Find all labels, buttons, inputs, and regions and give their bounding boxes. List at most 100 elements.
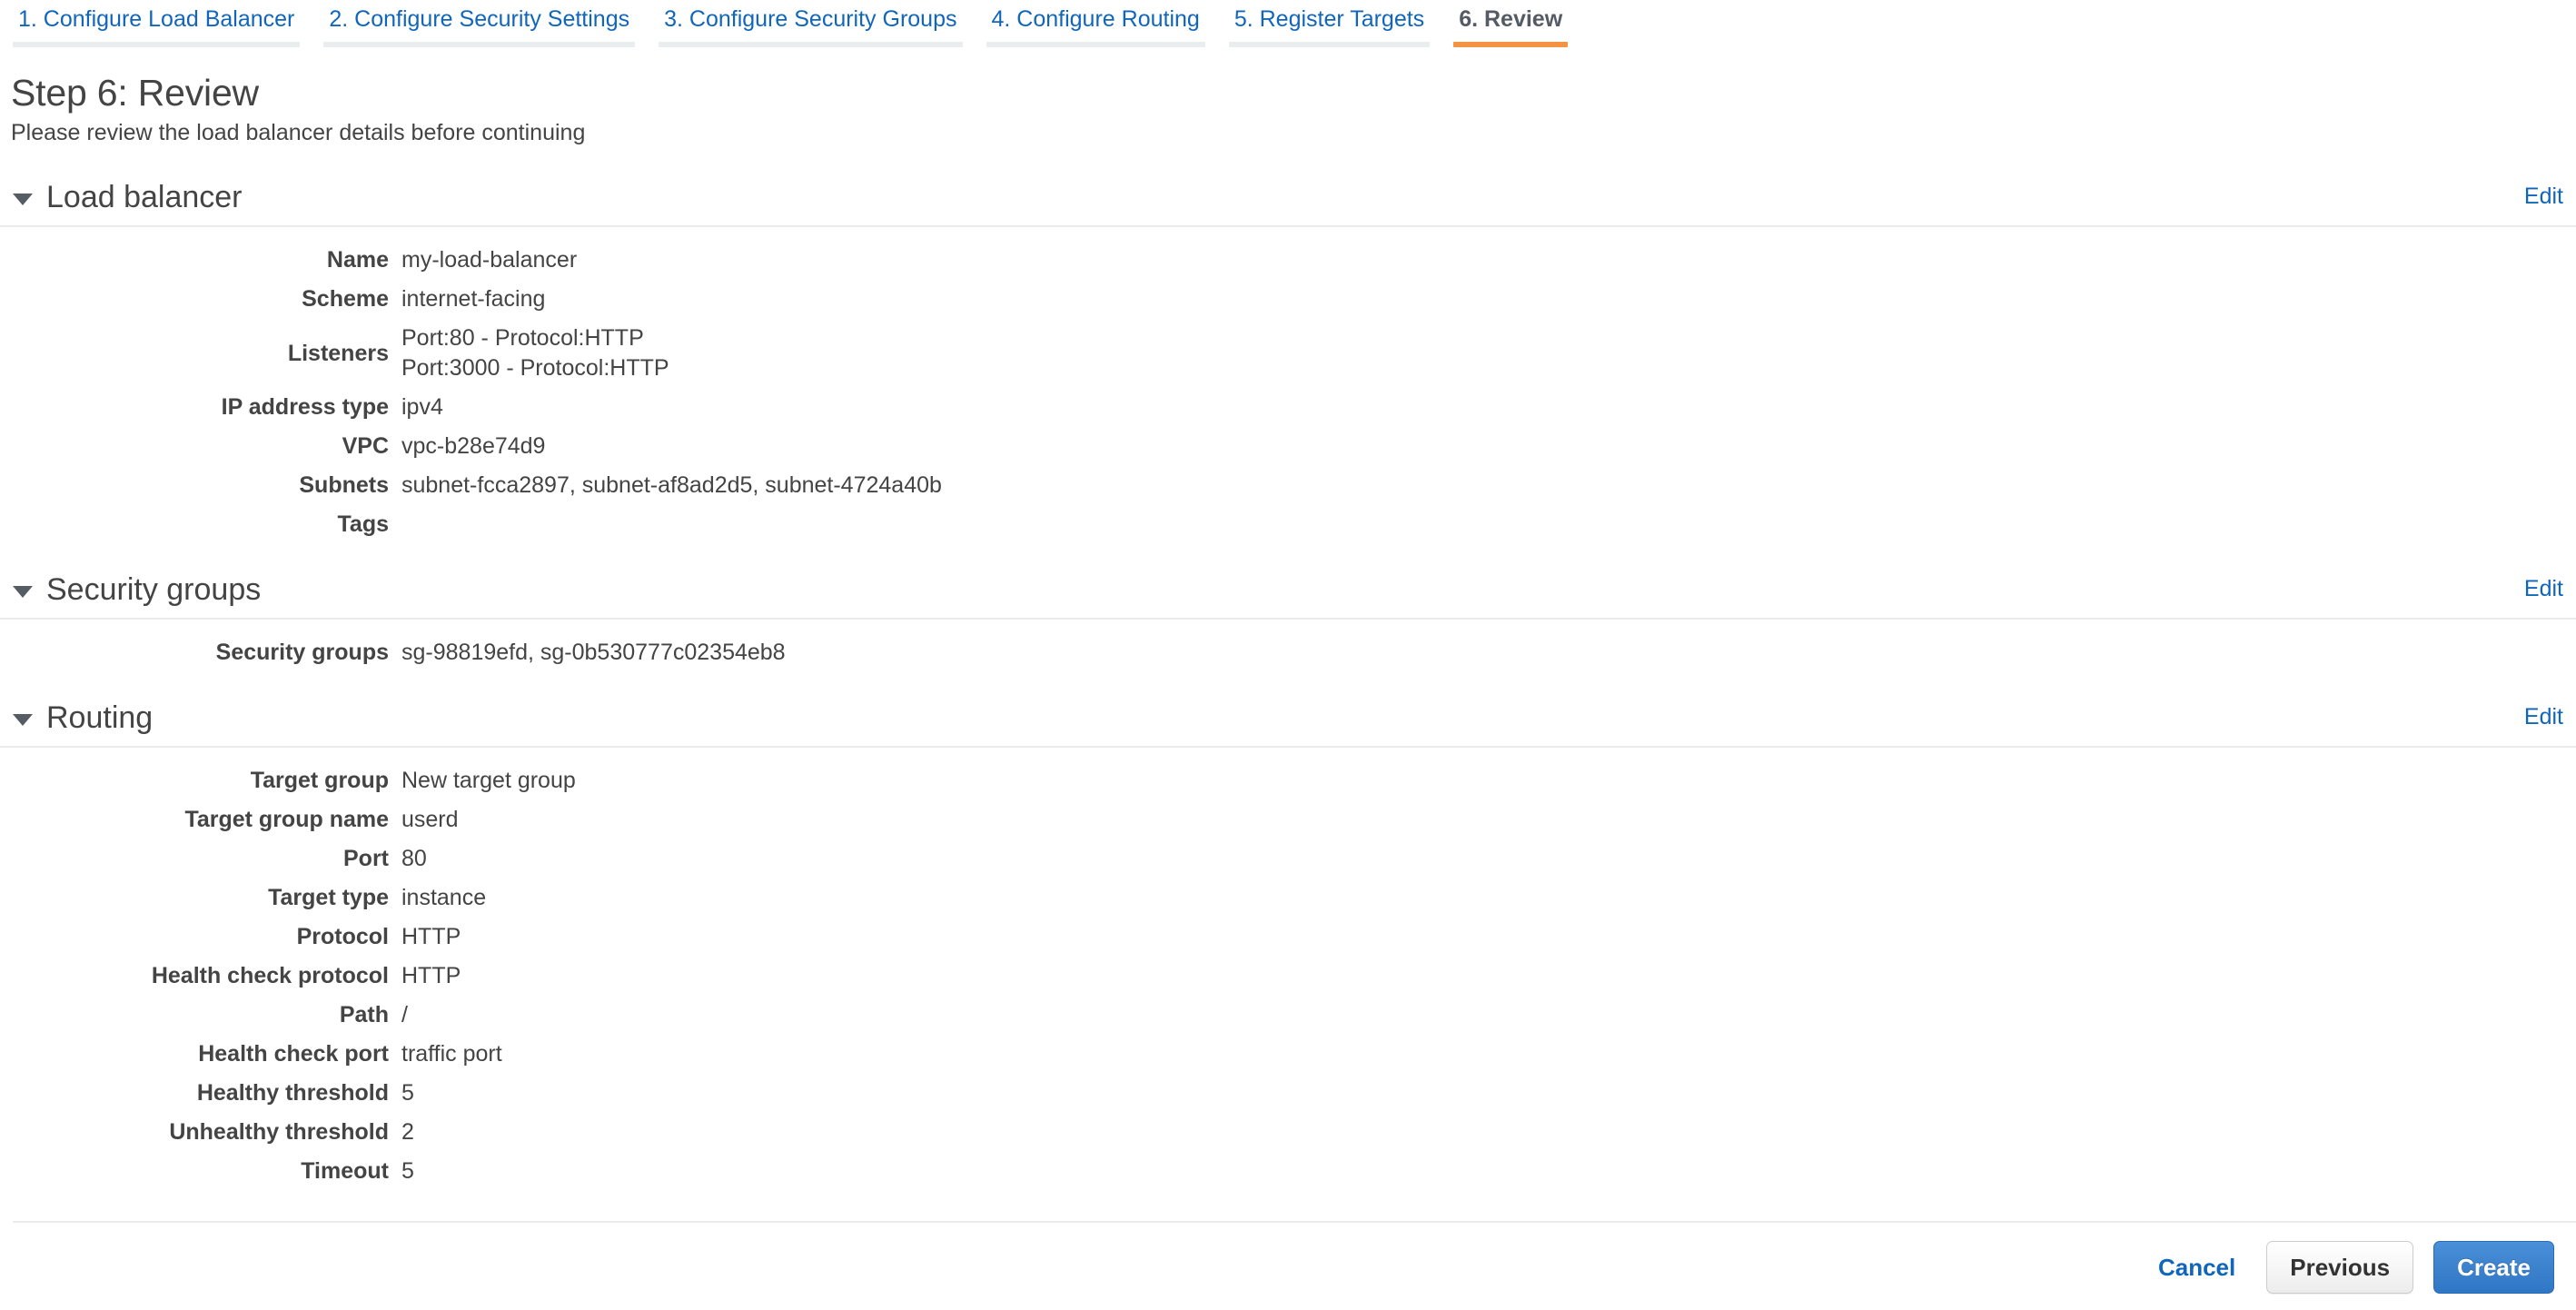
wizard-tab-label: 6. Review	[1459, 6, 1563, 32]
detail-list: Target group New target group Target group…	[0, 766, 2576, 1186]
edit-link[interactable]: Edit	[2524, 574, 2563, 603]
edit-link[interactable]: Edit	[2524, 702, 2563, 731]
section-title: Security groups	[46, 572, 262, 607]
detail-row: Target type instance	[0, 883, 2576, 913]
detail-row: Health check port traffic port	[0, 1039, 2576, 1069]
detail-label: Health check port	[198, 1041, 389, 1067]
detail-value: internet-facing	[401, 286, 546, 312]
wizard-tab-underline	[1228, 42, 1431, 47]
wizard-tab-underline	[659, 42, 963, 47]
detail-value: instance	[401, 885, 487, 910]
page-subtitle: Please review the load balancer details …	[11, 120, 586, 145]
detail-label: Listeners	[287, 340, 389, 366]
detail-row: Subnets subnet-fcca2897, subnet-af8ad2d5,…	[0, 471, 2576, 501]
detail-label: VPC	[342, 433, 389, 459]
section-header-left: Security groups	[13, 571, 261, 609]
wizard-tab-label: 2. Configure Security Settings	[329, 6, 630, 32]
detail-label: Target group name	[184, 807, 389, 832]
detail-row: Listeners Port:80 - Protocol:HTTP Port:30…	[0, 323, 2576, 383]
create-button[interactable]: Create	[2433, 1241, 2554, 1294]
detail-label: Healthy threshold	[196, 1080, 389, 1106]
detail-row: Port 80	[0, 844, 2576, 874]
detail-label: Health check protocol	[151, 963, 389, 988]
wizard-tab-2[interactable]: 2. Configure Security Settings	[323, 0, 636, 47]
wizard-tab-5[interactable]: 5. Register Targets	[1228, 0, 1431, 47]
wizard-tab-label: 1. Configure Load Balancer	[18, 6, 295, 32]
detail-label: IP address type	[221, 394, 389, 420]
section-header[interactable]: Security groups Edit	[0, 571, 2576, 620]
chevron-down-icon[interactable]	[13, 585, 33, 598]
wizard-tab-1[interactable]: 1. Configure Load Balancer	[13, 0, 301, 47]
section-title: Routing	[46, 700, 154, 735]
wizard-tab-underline	[1453, 42, 1569, 47]
detail-row: IP address type ipv4	[0, 392, 2576, 422]
detail-value: 2	[401, 1119, 414, 1145]
section-header-left: Routing	[13, 699, 153, 737]
detail-row: Security groups sg-98819efd, sg-0b530777c…	[0, 638, 2576, 668]
detail-row: Scheme internet-facing	[0, 284, 2576, 314]
detail-label: Tags	[337, 511, 390, 537]
detail-row: Target group name userd	[0, 805, 2576, 835]
detail-label: Target type	[268, 885, 389, 910]
wizard-tab-6[interactable]: 6. Review	[1453, 0, 1569, 47]
detail-row: Protocol HTTP	[0, 922, 2576, 952]
wizard-tab-label: 3. Configure Security Groups	[664, 6, 957, 32]
detail-value: HTTP	[401, 924, 461, 949]
review-section: Routing Edit Target group New target group T…	[0, 699, 2576, 1186]
edit-link[interactable]: Edit	[2524, 182, 2563, 211]
detail-row: Path /	[0, 1000, 2576, 1030]
detail-row: Target group New target group	[0, 766, 2576, 796]
detail-label: Scheme	[302, 286, 389, 312]
detail-list: Name my-load-balancer Scheme internet-facin…	[0, 245, 2576, 540]
detail-label: Unhealthy threshold	[169, 1119, 389, 1145]
wizard-tab-underline	[13, 42, 301, 47]
detail-label: Protocol	[296, 924, 389, 949]
page-title: Step 6: Review	[11, 72, 259, 114]
footer-actions: Cancel Previous Create	[2158, 1241, 2554, 1294]
chevron-down-icon[interactable]	[13, 713, 33, 726]
review-sections: Load balancer Edit Name my-load-balancer Sch…	[0, 178, 2576, 1186]
detail-value: traffic port	[401, 1041, 502, 1067]
page-header: Step 6: Review Please review the load ba…	[0, 56, 2576, 147]
detail-row: Timeout 5	[0, 1156, 2576, 1186]
detail-value: userd	[401, 807, 459, 832]
detail-label: Timeout	[301, 1158, 389, 1184]
detail-row: Name my-load-balancer	[0, 245, 2576, 275]
detail-value: HTTP	[401, 963, 461, 988]
detail-value: sg-98819efd, sg-0b530777c02354eb8	[401, 640, 786, 665]
wizard-step-tabs: 1. Configure Load Balancer 2. Configure S…	[0, 0, 2576, 56]
detail-row: Healthy threshold 5	[0, 1078, 2576, 1108]
wizard-tab-3[interactable]: 3. Configure Security Groups	[659, 0, 963, 47]
detail-label: Path	[339, 1002, 389, 1027]
detail-row: VPC vpc-b28e74d9	[0, 432, 2576, 461]
cancel-button[interactable]: Cancel	[2158, 1254, 2235, 1281]
wizard-tab-underline	[323, 42, 636, 47]
detail-row: Unhealthy threshold 2	[0, 1117, 2576, 1147]
detail-label: Port	[343, 846, 389, 871]
detail-value: New target group	[401, 768, 576, 793]
detail-value: 5	[401, 1158, 414, 1184]
review-section: Load balancer Edit Name my-load-balancer Sch…	[0, 178, 2576, 540]
detail-label: Subnets	[299, 472, 389, 498]
detail-label: Security groups	[215, 640, 389, 665]
detail-row: Tags	[0, 510, 2576, 540]
detail-value: subnet-fcca2897, subnet-af8ad2d5, subnet…	[401, 472, 942, 498]
section-header-left: Load balancer	[13, 178, 243, 216]
section-title: Load balancer	[46, 180, 243, 214]
detail-value: /	[401, 1002, 408, 1027]
wizard-tab-underline	[986, 42, 1205, 47]
detail-value: 80	[401, 846, 427, 871]
section-header[interactable]: Load balancer Edit	[0, 178, 2576, 227]
chevron-down-icon[interactable]	[13, 193, 33, 205]
detail-value: 5	[401, 1080, 414, 1106]
review-section: Security groups Edit Security groups sg-988…	[0, 571, 2576, 668]
section-header[interactable]: Routing Edit	[0, 699, 2576, 748]
footer-divider	[13, 1221, 2576, 1223]
detail-label: Name	[326, 247, 389, 273]
previous-button[interactable]: Previous	[2266, 1241, 2414, 1294]
wizard-tab-4[interactable]: 4. Configure Routing	[986, 0, 1205, 47]
detail-value: ipv4	[401, 394, 443, 420]
wizard-tab-label: 4. Configure Routing	[991, 6, 1200, 32]
detail-value: Port:80 - Protocol:HTTP Port:3000 - Prot…	[401, 325, 669, 381]
wizard-tab-label: 5. Register Targets	[1234, 6, 1425, 32]
